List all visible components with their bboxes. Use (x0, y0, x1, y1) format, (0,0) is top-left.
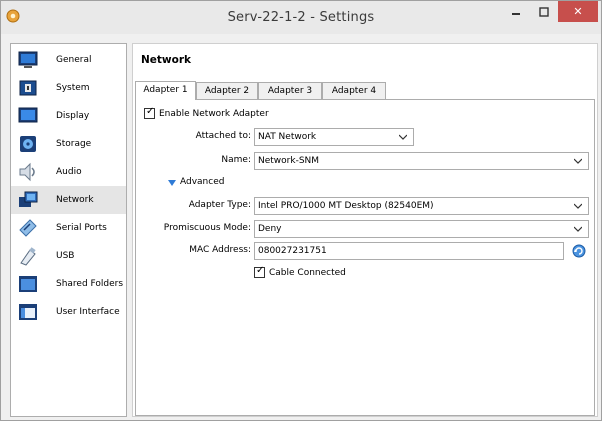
usb-icon (20, 247, 36, 266)
sidebar-item-label: User Interface (56, 307, 120, 317)
promiscuous-mode-select[interactable]: Deny (254, 220, 589, 238)
monitor-icon (18, 51, 38, 68)
expand-triangle-icon[interactable] (167, 179, 177, 187)
settings-main-panel: Network Adapter 1 Adapter 2 Adapter 3 Ad… (132, 43, 598, 417)
settings-sidebar: General System Display Storage Audio Net… (10, 43, 127, 417)
title-bar[interactable]: Serv-22-1-2 - Settings ✕ (1, 1, 601, 34)
sidebar-item-label: Shared Folders (56, 279, 124, 289)
network-name-select[interactable]: Network-SNM (254, 152, 589, 170)
sidebar-item-shared-folders[interactable]: Shared Folders (11, 270, 126, 298)
close-icon: ✕ (573, 5, 583, 18)
refresh-mac-icon[interactable] (572, 244, 586, 258)
enable-adapter-label: Enable Network Adapter (159, 109, 269, 119)
window-icon (19, 304, 37, 320)
cable-connected-checkbox[interactable] (254, 265, 265, 278)
chevron-down-icon (574, 226, 582, 232)
mac-address-field[interactable] (254, 242, 564, 260)
adapter-type-value: Intel PRO/1000 MT Desktop (82540EM) (258, 201, 434, 211)
sidebar-item-storage[interactable]: Storage (11, 130, 126, 158)
chip-icon (19, 80, 37, 96)
maximize-icon (538, 6, 549, 17)
sidebar-item-label: System (56, 83, 90, 93)
sidebar-item-system[interactable]: System (11, 74, 126, 102)
tab-adapter-2[interactable]: Adapter 2 (196, 82, 258, 99)
sidebar-item-usb[interactable]: USB (11, 242, 126, 270)
tab-adapter-3[interactable]: Adapter 3 (258, 82, 322, 99)
sidebar-item-label: Serial Ports (56, 223, 107, 233)
close-button[interactable]: ✕ (558, 1, 598, 22)
promiscuous-mode-value: Deny (258, 224, 282, 234)
chevron-down-icon (399, 134, 407, 140)
sidebar-item-display[interactable]: Display (11, 102, 126, 130)
sidebar-item-audio[interactable]: Audio (11, 158, 126, 186)
chevron-down-icon (574, 158, 582, 164)
settings-window: Serv-22-1-2 - Settings ✕ General System (0, 0, 602, 421)
sidebar-item-user-interface[interactable]: User Interface (11, 298, 126, 326)
attached-to-label: Attached to: (195, 131, 251, 141)
sidebar-item-general[interactable]: General (11, 46, 126, 74)
sidebar-item-label: Audio (56, 167, 82, 177)
sidebar-item-label: General (56, 55, 92, 65)
page-title: Network (141, 54, 192, 66)
serial-icon (19, 219, 37, 237)
network-icon (19, 191, 38, 207)
minimize-button[interactable] (502, 1, 529, 22)
tab-adapter-4[interactable]: Adapter 4 (322, 82, 386, 99)
folder-icon (19, 276, 37, 292)
attached-to-select[interactable]: NAT Network (254, 128, 414, 146)
disk-icon (20, 136, 36, 152)
display-icon (18, 107, 38, 123)
network-name-value: Network-SNM (258, 156, 320, 166)
promiscuous-mode-label: Promiscuous Mode: (163, 223, 251, 233)
cable-connected-label: Cable Connected (269, 268, 346, 278)
adapter-type-select[interactable]: Intel PRO/1000 MT Desktop (82540EM) (254, 197, 589, 215)
minimize-icon (511, 12, 520, 15)
sidebar-item-label: USB (56, 251, 75, 261)
mac-address-input[interactable] (255, 243, 563, 259)
speaker-icon (19, 162, 35, 182)
mac-address-label: MAC Address: (189, 245, 251, 255)
chevron-down-icon (574, 203, 582, 209)
attached-to-value: NAT Network (258, 132, 317, 142)
sidebar-item-label: Storage (56, 139, 92, 149)
tab-adapter-1[interactable]: Adapter 1 (135, 81, 196, 100)
sidebar-item-network[interactable]: Network (11, 186, 126, 214)
name-label: Name: (221, 155, 251, 165)
sidebar-item-label: Display (56, 111, 90, 121)
adapter-1-panel: Enable Network Adapter Attached to: NAT … (135, 99, 595, 416)
adapter-type-label: Adapter Type: (188, 200, 251, 210)
sidebar-item-serial-ports[interactable]: Serial Ports (11, 214, 126, 242)
advanced-toggle[interactable]: Advanced (180, 177, 224, 187)
enable-adapter-checkbox[interactable] (144, 106, 155, 119)
maximize-button[interactable] (530, 1, 557, 22)
sidebar-item-label: Network (56, 195, 94, 205)
